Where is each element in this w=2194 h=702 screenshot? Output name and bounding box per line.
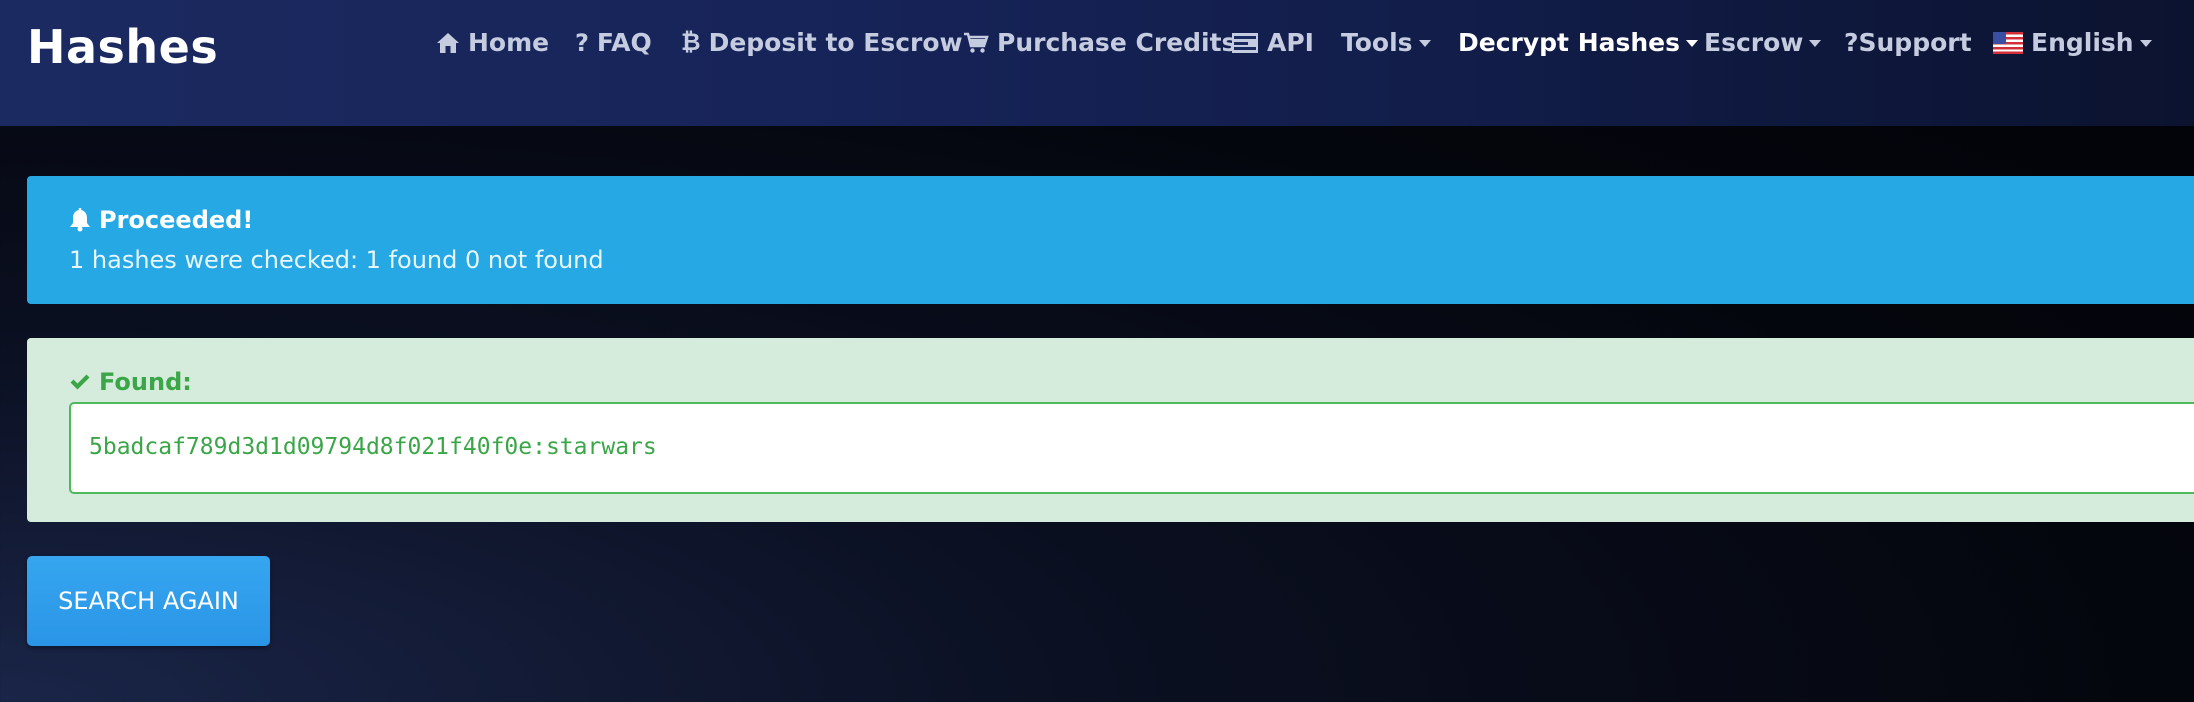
chevron-down-icon — [1418, 40, 1431, 47]
found-alert: Found: 5badcaf789d3d1d09794d8f021f40f0e:… — [27, 338, 2194, 522]
nav-api-label: API — [1267, 28, 1314, 57]
chevron-down-icon — [1686, 40, 1699, 47]
nav-support[interactable]: ?Support — [1844, 28, 1972, 57]
nav-faq-label: FAQ — [596, 28, 652, 57]
home-icon — [436, 32, 460, 54]
nav-api[interactable]: API — [1231, 28, 1314, 57]
nav-deposit[interactable]: ₿ Deposit to Escrow — [681, 28, 963, 57]
nav-tools-label: Tools — [1341, 28, 1413, 57]
nav-tools[interactable]: Tools — [1341, 28, 1431, 57]
question-icon: ? — [575, 28, 589, 57]
us-flag-icon — [1993, 31, 2023, 54]
nav-escrow[interactable]: Escrow — [1704, 28, 1822, 57]
nav-deposit-label: Deposit to Escrow — [708, 28, 963, 57]
navbar: Hashes Home ? FAQ ₿ Deposit to Escrow Pu… — [0, 0, 2194, 126]
result-textbox[interactable]: 5badcaf789d3d1d09794d8f021f40f0e:starwar… — [69, 402, 2194, 494]
cart-icon — [963, 32, 989, 54]
alert-message: 1 hashes were checked: 1 found 0 not fou… — [69, 246, 604, 274]
alert-title: Proceeded! — [69, 206, 253, 234]
result-hash-text: 5badcaf789d3d1d09794d8f021f40f0e:starwar… — [89, 434, 657, 460]
nav-language-label: English — [2031, 28, 2134, 57]
search-again-button[interactable]: SEARCH AGAIN — [27, 556, 270, 646]
nav-decrypt-hashes[interactable]: Decrypt Hashes — [1458, 28, 1699, 57]
nav-purchase-label: Purchase Credits — [997, 28, 1237, 57]
bell-icon — [69, 208, 91, 232]
info-alert: Proceeded! 1 hashes were checked: 1 foun… — [27, 176, 2194, 304]
nav-language[interactable]: English — [1993, 28, 2152, 57]
nav-faq[interactable]: ? FAQ — [575, 28, 652, 57]
alert-title-text: Proceeded! — [99, 206, 254, 234]
nav-home[interactable]: Home — [436, 28, 549, 57]
api-icon — [1231, 32, 1259, 54]
nav-decrypt-label: Decrypt Hashes — [1458, 28, 1681, 57]
chevron-down-icon — [2139, 40, 2152, 47]
found-title-text: Found: — [99, 368, 192, 396]
chevron-down-icon — [1809, 40, 1822, 47]
found-title: Found: — [69, 368, 192, 396]
nav-home-label: Home — [468, 28, 550, 57]
bitcoin-icon: ₿ — [681, 28, 701, 56]
check-icon — [69, 372, 91, 392]
nav-escrow-label: Escrow — [1704, 28, 1804, 57]
main-nav: Home ? FAQ ₿ Deposit to Escrow Purchase … — [0, 28, 2194, 64]
nav-purchase[interactable]: Purchase Credits — [963, 28, 1236, 57]
nav-support-label: ?Support — [1844, 28, 1972, 57]
